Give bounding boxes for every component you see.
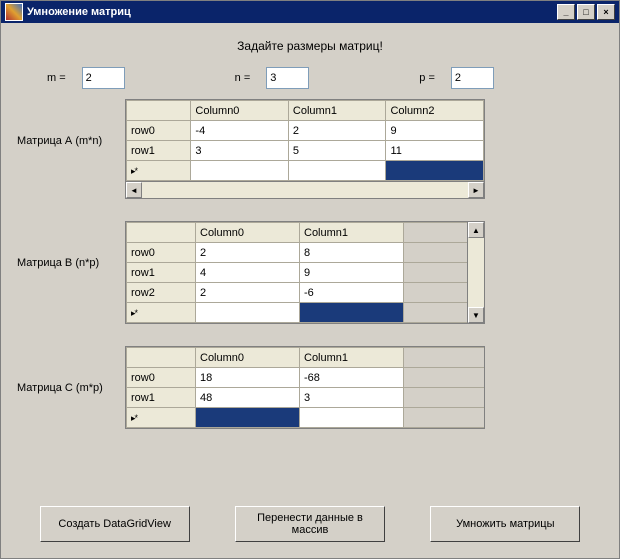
row-header-new[interactable] [127,161,191,181]
transfer-button[interactable]: Перенести данные в массив [235,506,385,542]
new-row [127,161,484,181]
row-header-new[interactable] [127,303,196,323]
cell[interactable]: -4 [191,121,289,141]
row-header[interactable]: row1 [127,263,196,283]
cell[interactable]: 2 [196,243,300,263]
grid-b[interactable]: Column0 Column1 row0 2 8 row1 4 [125,221,485,324]
cell[interactable] [191,161,289,181]
m-label: m = [47,72,66,84]
matrix-c-label: Матрица С (m*p) [17,346,125,394]
vertical-scrollbar[interactable]: ▲ ▼ [467,222,484,323]
grid-a[interactable]: Column0 Column1 Column2 row0 -4 2 9 row1 [125,99,485,199]
cell[interactable] [288,161,386,181]
scroll-up-icon[interactable]: ▲ [468,222,484,238]
table-row: row2 2 -6 [127,283,468,303]
table-row: row1 4 9 [127,263,468,283]
row-header[interactable]: row1 [127,388,196,408]
row-header[interactable]: row0 [127,243,196,263]
column-header[interactable]: Column0 [191,101,289,121]
cell-selected[interactable] [196,408,300,428]
cell[interactable]: 18 [196,368,300,388]
column-header[interactable]: Column0 [196,223,300,243]
grid-filler [404,348,485,368]
cell[interactable]: 3 [300,388,404,408]
cell[interactable] [300,408,404,428]
grid-corner[interactable] [127,101,191,121]
table-row: row0 2 8 [127,243,468,263]
grid-corner[interactable] [127,348,196,368]
scroll-track[interactable] [468,238,484,307]
matrix-a-label: Матрица А (m*n) [17,99,125,147]
cell[interactable]: 5 [288,141,386,161]
scroll-left-icon[interactable]: ◄ [126,182,142,198]
cell[interactable]: 48 [196,388,300,408]
cell[interactable]: 8 [300,243,404,263]
cell[interactable]: 9 [386,121,484,141]
scroll-track[interactable] [142,182,468,198]
new-row [127,408,485,428]
n-label: n = [235,72,251,84]
horizontal-scrollbar[interactable]: ◄ ► [126,181,484,198]
column-header[interactable]: Column1 [300,223,404,243]
title-bar[interactable]: Умножение матриц _ □ × [1,1,619,23]
cell[interactable]: 9 [300,263,404,283]
table-row: row0 -4 2 9 [127,121,484,141]
row-header-new[interactable] [127,408,196,428]
grid-filler [404,223,468,243]
dimensions-row: m = n = p = [17,67,603,89]
new-row [127,303,468,323]
cell[interactable]: 2 [288,121,386,141]
m-input[interactable] [82,67,125,89]
column-header[interactable]: Column0 [196,348,300,368]
cell-selected[interactable] [386,161,484,181]
table-row: row1 3 5 11 [127,141,484,161]
cell[interactable] [196,303,300,323]
column-header[interactable]: Column2 [386,101,484,121]
app-window: Умножение матриц _ □ × Задайте размеры м… [0,0,620,559]
close-button[interactable]: × [597,4,615,20]
cell[interactable]: -68 [300,368,404,388]
column-header[interactable]: Column1 [288,101,386,121]
row-header[interactable]: row1 [127,141,191,161]
row-header[interactable]: row0 [127,368,196,388]
column-header[interactable]: Column1 [300,348,404,368]
prompt-label: Задайте размеры матриц! [17,39,603,53]
cell-selected[interactable] [300,303,404,323]
table-row: row1 48 3 [127,388,485,408]
scroll-down-icon[interactable]: ▼ [468,307,484,323]
cell[interactable]: 2 [196,283,300,303]
footer-buttons: Создать DataGridView Перенести данные в … [17,506,603,542]
multiply-button[interactable]: Умножить матрицы [430,506,580,542]
minimize-button[interactable]: _ [557,4,575,20]
table-row: row0 18 -68 [127,368,485,388]
row-header[interactable]: row2 [127,283,196,303]
row-header[interactable]: row0 [127,121,191,141]
matrix-b-label: Матрица B (n*p) [17,221,125,269]
window-title: Умножение матриц [27,6,131,18]
maximize-button[interactable]: □ [577,4,595,20]
grid-c[interactable]: Column0 Column1 row0 18 -68 row1 4 [125,346,485,429]
cell[interactable]: 4 [196,263,300,283]
cell[interactable]: 11 [386,141,484,161]
grid-corner[interactable] [127,223,196,243]
cell[interactable]: -6 [300,283,404,303]
app-icon [5,3,23,21]
p-label: p = [419,72,435,84]
scroll-right-icon[interactable]: ► [468,182,484,198]
create-grid-button[interactable]: Создать DataGridView [40,506,190,542]
p-input[interactable] [451,67,494,89]
n-input[interactable] [266,67,309,89]
cell[interactable]: 3 [191,141,289,161]
